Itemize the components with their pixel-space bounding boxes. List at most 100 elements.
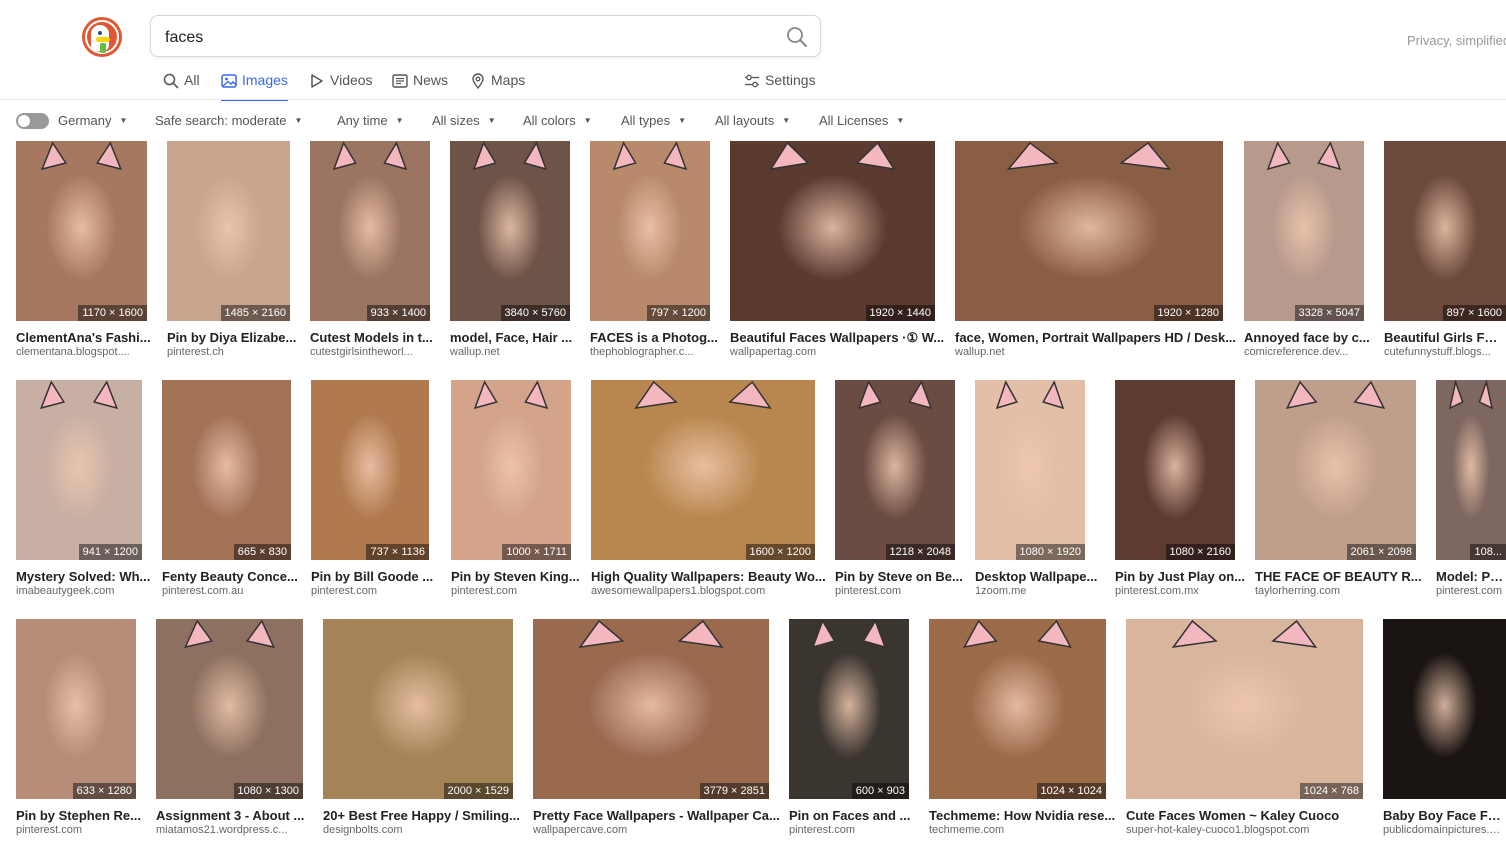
result-source[interactable]: cutefunnystuff.blogs... [1384, 346, 1491, 358]
result-thumbnail[interactable]: 941 × 1200 [16, 380, 142, 560]
image-result[interactable]: 1024 × 768 Cute Faces Women ~ Kaley Cuoco… [1126, 619, 1363, 836]
result-source[interactable]: designbolts.com [323, 824, 403, 836]
result-source[interactable]: pinterest.com [789, 824, 855, 836]
result-thumbnail[interactable]: 3840 × 5760 [450, 141, 570, 321]
result-source[interactable]: wallpapertag.com [730, 346, 816, 358]
result-thumbnail[interactable]: 108... [1436, 380, 1506, 560]
result-title[interactable]: THE FACE OF BEAUTY R... [1255, 569, 1422, 584]
result-source[interactable]: pinterest.com.au [162, 585, 243, 597]
result-source[interactable]: 1zoom.me [975, 585, 1026, 597]
image-result[interactable]: 1170 × 1600 ClementAna's Fashi... clementa… [16, 141, 151, 358]
result-source[interactable]: awesomewallpapers1.blogspot.com [591, 585, 765, 597]
region-toggle[interactable] [16, 113, 49, 129]
result-thumbnail[interactable]: 1170 × 1600 [16, 141, 147, 321]
tab-all[interactable]: All [163, 72, 200, 100]
tab-images[interactable]: Images [221, 72, 288, 101]
result-thumbnail[interactable]: 1000 × 1711 [451, 380, 571, 560]
result-thumbnail[interactable]: 1024 × 768 [1126, 619, 1363, 799]
result-title[interactable]: Pin by Stephen Re... [16, 808, 141, 823]
color-filter[interactable]: All colors ▼ [523, 113, 592, 128]
layout-filter[interactable]: All layouts ▼ [715, 113, 790, 128]
image-result[interactable]: 1000 × 1711 Pin by Steven King... pinteres… [451, 380, 580, 597]
result-source[interactable]: cutestgirlsintheworl... [310, 346, 413, 358]
image-result[interactable]: 1218 × 2048 Pin by Steve on Be... pinteres… [835, 380, 963, 597]
result-source[interactable]: pinterest.com [835, 585, 901, 597]
image-result[interactable]: 737 × 1136 Pin by Bill Goode ... pinterest… [311, 380, 433, 597]
result-source[interactable]: pinterest.com [16, 824, 82, 836]
type-filter[interactable]: All types ▼ [621, 113, 686, 128]
result-source[interactable]: pinterest.com [311, 585, 377, 597]
image-result[interactable]: 2000 × 1529 20+ Best Free Happy / Smiling… [323, 619, 520, 836]
image-result[interactable]: 941 × 1200 Mystery Solved: Wh... imabeauty… [16, 380, 150, 597]
result-source[interactable]: comicreference.dev... [1244, 346, 1348, 358]
image-result[interactable]: 108... Model: Patr...pinterest.com [1436, 380, 1506, 597]
result-thumbnail[interactable]: 1080 × 1300 [156, 619, 303, 799]
size-filter[interactable]: All sizes ▼ [432, 113, 496, 128]
result-thumbnail[interactable]: 600 × 903 [789, 619, 909, 799]
result-source[interactable]: imabeautygeek.com [16, 585, 114, 597]
image-result[interactable]: 3779 × 2851 Pretty Face Wallpapers - Wall… [533, 619, 780, 836]
safe-search-filter[interactable]: Safe search: moderate ▼ [155, 113, 302, 128]
result-title[interactable]: Techmeme: How Nvidia rese... [929, 808, 1115, 823]
result-title[interactable]: face, Women, Portrait Wallpapers HD / De… [955, 330, 1236, 345]
result-thumbnail[interactable]: 1218 × 2048 [835, 380, 955, 560]
image-result[interactable]: 1920 × 1440 Beautiful Faces Wallpapers ·①… [730, 141, 944, 358]
image-result[interactable]: 1600 × 1200 High Quality Wallpapers: Beau… [591, 380, 826, 597]
image-result[interactable]: 797 × 1200 FACES is a Photog... thephoblog… [590, 141, 718, 358]
result-title[interactable]: ClementAna's Fashi... [16, 330, 151, 345]
result-thumbnail[interactable]: 1920 × 1280 [955, 141, 1223, 321]
image-result[interactable]: 600 × 903 Pin on Faces and ... pinterest.c… [789, 619, 910, 836]
result-source[interactable]: pinterest.com.mx [1115, 585, 1199, 597]
result-source[interactable]: miatamos21.wordpress.c... [156, 824, 287, 836]
search-input[interactable] [163, 26, 767, 50]
image-result[interactable]: 2061 × 2098 THE FACE OF BEAUTY R... taylor… [1255, 380, 1422, 597]
result-title[interactable]: Beautiful Girls Fac... [1384, 330, 1504, 345]
result-title[interactable]: Baby Boy Face Free S... [1383, 808, 1504, 823]
result-title[interactable]: FACES is a Photog... [590, 330, 718, 345]
result-title[interactable]: model, Face, Hair ... [450, 330, 572, 345]
result-title[interactable]: High Quality Wallpapers: Beauty Wo... [591, 569, 826, 584]
image-result[interactable]: 1024 × 1024 Techmeme: How Nvidia rese... t… [929, 619, 1115, 836]
image-result[interactable]: 633 × 1280 Pin by Stephen Re... pinterest.… [16, 619, 141, 836]
time-filter[interactable]: Any time ▼ [337, 113, 404, 128]
result-source[interactable]: wallpapercave.com [533, 824, 627, 836]
image-result[interactable]: 1080 × 1300 Assignment 3 - About ... miata… [156, 619, 304, 836]
result-thumbnail[interactable]: 933 × 1400 [310, 141, 430, 321]
result-thumbnail[interactable]: 797 × 1200 [590, 141, 710, 321]
result-title[interactable]: Mystery Solved: Wh... [16, 569, 150, 584]
result-source[interactable]: techmeme.com [929, 824, 1004, 836]
result-title[interactable]: Beautiful Faces Wallpapers ·① W... [730, 330, 944, 346]
result-source[interactable]: pinterest.ch [167, 346, 224, 358]
result-thumbnail[interactable]: 897 × 1600 [1384, 141, 1506, 321]
result-thumbnail[interactable]: 1920 × 1440 [730, 141, 935, 321]
result-title[interactable]: Pin by Bill Goode ... [311, 569, 433, 584]
result-title[interactable]: Pin by Steve on Be... [835, 569, 963, 584]
result-title[interactable]: 20+ Best Free Happy / Smiling... [323, 808, 520, 823]
image-result[interactable]: 933 × 1400 Cutest Models in t... cutestgir… [310, 141, 433, 358]
result-source[interactable]: pinterest.com [1436, 585, 1502, 597]
result-title[interactable]: Fenty Beauty Conce... [162, 569, 298, 584]
search-box[interactable] [150, 15, 821, 57]
result-title[interactable]: Annoyed face by c... [1244, 330, 1370, 345]
result-title[interactable]: Desktop Wallpape... [975, 569, 1097, 584]
result-title[interactable]: Cutest Models in t... [310, 330, 433, 345]
region-filter[interactable]: Germany ▼ [58, 113, 127, 128]
result-thumbnail[interactable]: 1024 × 1024 [929, 619, 1106, 799]
search-icon[interactable] [786, 26, 808, 48]
result-source[interactable]: super-hot-kaley-cuoco1.blogspot.com [1126, 824, 1309, 836]
image-result[interactable]: 1485 × 2160 Pin by Diya Elizabe... pintere… [167, 141, 296, 358]
result-title[interactable]: Cute Faces Women ~ Kaley Cuoco [1126, 808, 1339, 823]
result-thumbnail[interactable]: 3328 × 5047 [1244, 141, 1364, 321]
image-result[interactable]: 3328 × 5047 Annoyed face by c... comicrefe… [1244, 141, 1370, 358]
result-source[interactable]: pinterest.com [451, 585, 517, 597]
result-thumbnail[interactable]: 737 × 1136 [311, 380, 429, 560]
tab-news[interactable]: News [392, 72, 448, 100]
result-title[interactable]: Pin on Faces and ... [789, 808, 910, 823]
result-title[interactable]: Pin by Steven King... [451, 569, 580, 584]
result-thumbnail[interactable]: 1485 × 2160 [167, 141, 290, 321]
image-result[interactable]: 1080 × 2160 Pin by Just Play on... pintere… [1115, 380, 1245, 597]
result-source[interactable]: taylorherring.com [1255, 585, 1340, 597]
result-thumbnail[interactable]: 1080 × 1920 [975, 380, 1085, 560]
tab-settings[interactable]: Settings [744, 72, 816, 100]
result-thumbnail[interactable]: 1600 × 1200 [591, 380, 815, 560]
